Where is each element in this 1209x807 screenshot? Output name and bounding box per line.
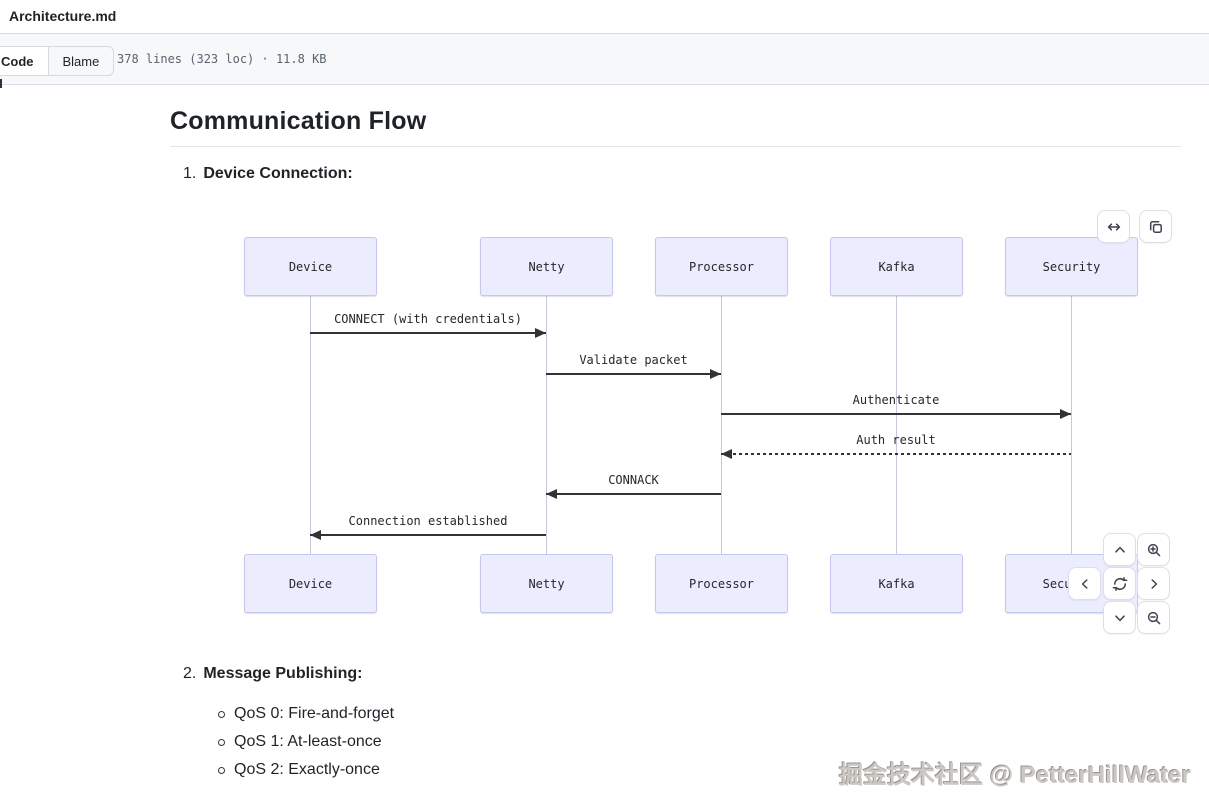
list-label: Message Publishing: <box>203 665 362 683</box>
arrowhead-icon <box>1060 409 1071 419</box>
heading-rule <box>170 146 1181 147</box>
zoom-out-icon <box>1146 610 1162 626</box>
participant-label: Kafka <box>878 260 914 274</box>
message-line <box>310 534 546 536</box>
participant-device-top: Device <box>244 237 377 296</box>
list-item-message-publishing: 2. Message Publishing: <box>183 665 362 683</box>
file-stats: 378 lines (323 loc) · 11.8 KB <box>117 52 327 66</box>
message-line <box>721 413 1071 415</box>
participant-label: Security <box>1043 260 1101 274</box>
participant-device-bottom: Device <box>244 554 377 613</box>
list-item: QoS 0: Fire-and-forget <box>218 700 394 728</box>
tab-blame[interactable]: Blame <box>49 47 114 75</box>
chevron-left-icon <box>1077 576 1093 592</box>
participant-label: Device <box>289 577 332 591</box>
message-label: Validate packet <box>474 353 794 367</box>
list-item: QoS 2: Exactly-once <box>218 756 394 784</box>
copy-diagram-button[interactable] <box>1139 210 1172 243</box>
participant-label: Processor <box>689 577 754 591</box>
participant-processor-bottom: Processor <box>655 554 788 613</box>
participant-kafka-bottom: Kafka <box>830 554 963 613</box>
participant-label: Netty <box>528 260 564 274</box>
pan-left-button[interactable] <box>1068 567 1101 600</box>
lifeline-device <box>310 294 311 554</box>
tab-code[interactable]: Code <box>0 47 48 75</box>
lifeline-security <box>1071 294 1072 554</box>
message-label: Connection established <box>268 514 588 528</box>
watermark: 掘金技术社区 @ PetterHillWater <box>839 755 1191 790</box>
screen-edge-artifact <box>0 79 2 88</box>
participant-security-top: Security <box>1005 237 1138 296</box>
list-item: QoS 1: At-least-once <box>218 728 394 756</box>
arrow-both-icon <box>1106 219 1122 235</box>
file-title: Architecture.md <box>9 8 116 24</box>
code-blame-toggle: Code Blame <box>0 46 114 76</box>
message-line <box>546 373 721 375</box>
list-label: Device Connection: <box>203 165 352 183</box>
pan-right-button[interactable] <box>1137 567 1170 600</box>
message-line <box>721 453 1071 455</box>
message-line <box>310 332 546 334</box>
arrowhead-icon <box>721 449 732 459</box>
arrowhead-icon <box>546 489 557 499</box>
list-item-device-connection: 1. Device Connection: <box>183 165 353 183</box>
participant-netty-top: Netty <box>480 237 613 296</box>
lifeline-processor <box>721 294 722 554</box>
pan-up-button[interactable] <box>1103 533 1136 566</box>
participant-netty-bottom: Netty <box>480 554 613 613</box>
message-label: CONNACK <box>474 473 794 487</box>
list-marker: 2. <box>183 665 196 683</box>
arrowhead-icon <box>310 530 321 540</box>
zoom-out-button[interactable] <box>1137 601 1170 634</box>
participant-kafka-top: Kafka <box>830 237 963 296</box>
reset-view-button[interactable] <box>1103 567 1136 600</box>
copy-icon <box>1148 219 1164 235</box>
arrowhead-icon <box>535 328 546 338</box>
expand-diagram-button[interactable] <box>1097 210 1130 243</box>
chevron-down-icon <box>1112 610 1128 626</box>
message-label: Authenticate <box>736 393 1056 407</box>
message-label: Auth result <box>736 433 1056 447</box>
participant-processor-top: Processor <box>655 237 788 296</box>
pan-down-button[interactable] <box>1103 601 1136 634</box>
participant-label: Device <box>289 260 332 274</box>
file-title-bar: Architecture.md <box>0 0 1209 34</box>
file-meta-bar: Code Blame 378 lines (323 loc) · 11.8 KB <box>0 34 1209 85</box>
participant-label: Processor <box>689 260 754 274</box>
zoom-in-icon <box>1146 542 1162 558</box>
chevron-right-icon <box>1146 576 1162 592</box>
tab-blame-label: Blame <box>63 54 100 69</box>
arrowhead-icon <box>710 369 721 379</box>
sync-icon <box>1112 576 1128 592</box>
lifeline-netty <box>546 294 547 554</box>
message-line <box>546 493 721 495</box>
page-title: Communication Flow <box>170 107 426 136</box>
message-label: CONNECT (with credentials) <box>268 312 588 326</box>
participant-label: Netty <box>528 577 564 591</box>
lifeline-kafka <box>896 294 897 554</box>
participant-label: Kafka <box>878 577 914 591</box>
list-marker: 1. <box>183 165 196 183</box>
zoom-in-button[interactable] <box>1137 533 1170 566</box>
chevron-up-icon <box>1112 542 1128 558</box>
qos-bullet-list: QoS 0: Fire-and-forget QoS 1: At-least-o… <box>218 700 394 784</box>
tab-code-label: Code <box>1 54 34 69</box>
